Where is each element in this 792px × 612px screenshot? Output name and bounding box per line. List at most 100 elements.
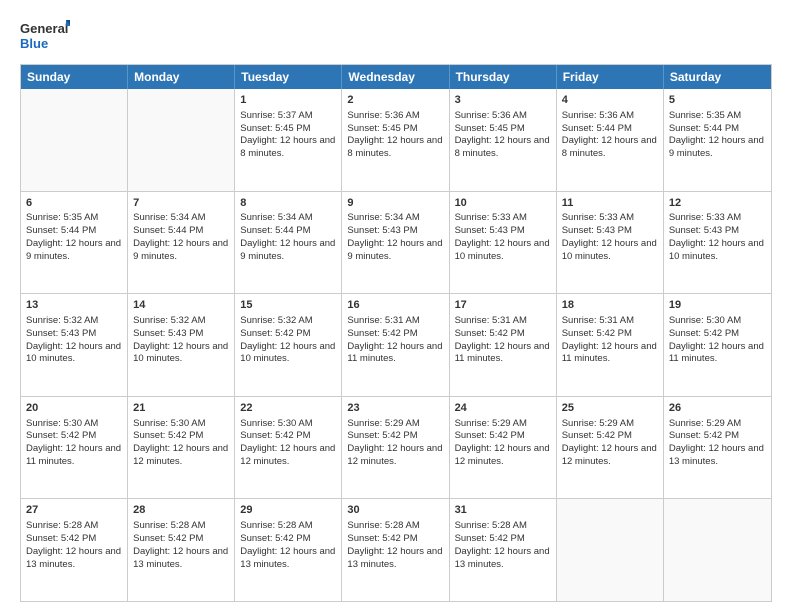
weekday-header-wednesday: Wednesday: [342, 65, 449, 89]
day-number: 27: [26, 503, 122, 518]
day-number: 15: [240, 298, 336, 313]
day-number: 28: [133, 503, 229, 518]
day-info: Sunrise: 5:32 AM Sunset: 5:43 PM Dayligh…: [133, 315, 228, 364]
calendar-day-25: 25 Sunrise: 5:29 AM Sunset: 5:42 PM Dayli…: [557, 397, 664, 499]
day-number: 20: [26, 401, 122, 416]
day-number: 23: [347, 401, 443, 416]
calendar-day-19: 19Sunrise: 5:30 AM Sunset: 5:42 PM Dayli…: [664, 294, 771, 396]
calendar-empty-cell: [557, 499, 664, 601]
header: General Blue: [20, 16, 772, 54]
day-info: Sunrise: 5:28 AM Sunset: 5:42 PM Dayligh…: [347, 520, 442, 569]
day-number: 13: [26, 298, 122, 313]
day-number: 10: [455, 196, 551, 211]
day-info: Sunrise: 5:28 AM Sunset: 5:42 PM Dayligh…: [455, 520, 550, 569]
weekday-header-thursday: Thursday: [450, 65, 557, 89]
day-info: Sunrise: 5:29 AM Sunset: 5:42 PM Dayligh…: [669, 418, 764, 467]
calendar-day-7: 7Sunrise: 5:34 AM Sunset: 5:44 PM Daylig…: [128, 192, 235, 294]
calendar-empty-cell: [664, 499, 771, 601]
day-number: 31: [455, 503, 551, 518]
day-number: 16: [347, 298, 443, 313]
weekday-header-tuesday: Tuesday: [235, 65, 342, 89]
calendar-day-17: 17 Sunrise: 5:31 AM Sunset: 5:42 PM Dayli…: [450, 294, 557, 396]
weekday-header-sunday: Sunday: [21, 65, 128, 89]
calendar-day-18: 18 Sunrise: 5:31 AM Sunset: 5:42 PM Dayli…: [557, 294, 664, 396]
day-info: Sunrise: 5:28 AM Sunset: 5:42 PM Dayligh…: [240, 520, 335, 569]
day-info: Sunrise: 5:33 AM Sunset: 5:43 PM Dayligh…: [562, 212, 657, 261]
day-info: Sunrise: 5:29 AM Sunset: 5:42 PM Dayligh…: [562, 418, 657, 467]
day-info: Sunrise: 5:34 AM Sunset: 5:44 PM Dayligh…: [133, 212, 228, 261]
day-info: Sunrise: 5:32 AM Sunset: 5:42 PM Dayligh…: [240, 315, 335, 364]
day-number: 21: [133, 401, 229, 416]
day-info: Sunrise: 5:35 AM Sunset: 5:44 PM Dayligh…: [669, 110, 764, 159]
calendar-day-31: 31 Sunrise: 5:28 AM Sunset: 5:42 PM Dayli…: [450, 499, 557, 601]
day-number: 11: [562, 196, 658, 211]
day-info: Sunrise: 5:31 AM Sunset: 5:42 PM Dayligh…: [562, 315, 657, 364]
calendar-day-9: 9Sunrise: 5:34 AM Sunset: 5:43 PM Daylig…: [342, 192, 449, 294]
day-info: Sunrise: 5:28 AM Sunset: 5:42 PM Dayligh…: [133, 520, 228, 569]
day-info: Sunrise: 5:36 AM Sunset: 5:45 PM Dayligh…: [347, 110, 442, 159]
day-number: 2: [347, 93, 443, 108]
calendar-day-30: 30 Sunrise: 5:28 AM Sunset: 5:42 PM Dayli…: [342, 499, 449, 601]
day-info: Sunrise: 5:29 AM Sunset: 5:42 PM Dayligh…: [455, 418, 550, 467]
calendar-empty-cell: [21, 89, 128, 191]
day-info: Sunrise: 5:29 AM Sunset: 5:42 PM Dayligh…: [347, 418, 442, 467]
calendar-day-4: 4 Sunrise: 5:36 AM Sunset: 5:44 PM Daylig…: [557, 89, 664, 191]
day-info: Sunrise: 5:34 AM Sunset: 5:44 PM Dayligh…: [240, 212, 335, 261]
day-number: 8: [240, 196, 336, 211]
calendar-day-5: 5 Sunrise: 5:35 AM Sunset: 5:44 PM Daylig…: [664, 89, 771, 191]
calendar-day-3: 3Sunrise: 5:36 AM Sunset: 5:45 PM Daylig…: [450, 89, 557, 191]
day-info: Sunrise: 5:32 AM Sunset: 5:43 PM Dayligh…: [26, 315, 121, 364]
weekday-header-monday: Monday: [128, 65, 235, 89]
day-number: 4: [562, 93, 658, 108]
weekday-header-friday: Friday: [557, 65, 664, 89]
logo: General Blue: [20, 16, 70, 54]
weekday-header-saturday: Saturday: [664, 65, 771, 89]
calendar-day-8: 8Sunrise: 5:34 AM Sunset: 5:44 PM Daylig…: [235, 192, 342, 294]
calendar-body: 1Sunrise: 5:37 AM Sunset: 5:45 PM Daylig…: [21, 89, 771, 601]
calendar-day-28: 28 Sunrise: 5:28 AM Sunset: 5:42 PM Dayli…: [128, 499, 235, 601]
calendar-day-24: 24 Sunrise: 5:29 AM Sunset: 5:42 PM Dayli…: [450, 397, 557, 499]
calendar-day-22: 22 Sunrise: 5:30 AM Sunset: 5:42 PM Dayli…: [235, 397, 342, 499]
svg-text:Blue: Blue: [20, 36, 48, 51]
calendar-week-3: 13 Sunrise: 5:32 AM Sunset: 5:43 PM Dayli…: [21, 293, 771, 396]
calendar-day-6: 6Sunrise: 5:35 AM Sunset: 5:44 PM Daylig…: [21, 192, 128, 294]
calendar-day-27: 27Sunrise: 5:28 AM Sunset: 5:42 PM Dayli…: [21, 499, 128, 601]
day-number: 22: [240, 401, 336, 416]
calendar-week-1: 1Sunrise: 5:37 AM Sunset: 5:45 PM Daylig…: [21, 89, 771, 191]
calendar-day-14: 14 Sunrise: 5:32 AM Sunset: 5:43 PM Dayli…: [128, 294, 235, 396]
calendar-day-13: 13 Sunrise: 5:32 AM Sunset: 5:43 PM Dayli…: [21, 294, 128, 396]
calendar-day-23: 23 Sunrise: 5:29 AM Sunset: 5:42 PM Dayli…: [342, 397, 449, 499]
day-number: 5: [669, 93, 766, 108]
day-number: 19: [669, 298, 766, 313]
calendar-week-2: 6Sunrise: 5:35 AM Sunset: 5:44 PM Daylig…: [21, 191, 771, 294]
day-info: Sunrise: 5:36 AM Sunset: 5:45 PM Dayligh…: [455, 110, 550, 159]
logo-svg: General Blue: [20, 16, 70, 54]
day-number: 30: [347, 503, 443, 518]
day-number: 29: [240, 503, 336, 518]
calendar-day-16: 16Sunrise: 5:31 AM Sunset: 5:42 PM Dayli…: [342, 294, 449, 396]
day-info: Sunrise: 5:31 AM Sunset: 5:42 PM Dayligh…: [455, 315, 550, 364]
day-info: Sunrise: 5:30 AM Sunset: 5:42 PM Dayligh…: [133, 418, 228, 467]
day-number: 14: [133, 298, 229, 313]
day-number: 7: [133, 196, 229, 211]
day-number: 25: [562, 401, 658, 416]
calendar-day-10: 10Sunrise: 5:33 AM Sunset: 5:43 PM Dayli…: [450, 192, 557, 294]
day-info: Sunrise: 5:30 AM Sunset: 5:42 PM Dayligh…: [26, 418, 121, 467]
calendar-day-15: 15 Sunrise: 5:32 AM Sunset: 5:42 PM Dayli…: [235, 294, 342, 396]
day-info: Sunrise: 5:36 AM Sunset: 5:44 PM Dayligh…: [562, 110, 657, 159]
day-info: Sunrise: 5:33 AM Sunset: 5:43 PM Dayligh…: [669, 212, 764, 261]
day-number: 24: [455, 401, 551, 416]
day-number: 26: [669, 401, 766, 416]
calendar-day-11: 11Sunrise: 5:33 AM Sunset: 5:43 PM Dayli…: [557, 192, 664, 294]
day-info: Sunrise: 5:35 AM Sunset: 5:44 PM Dayligh…: [26, 212, 121, 261]
day-info: Sunrise: 5:37 AM Sunset: 5:45 PM Dayligh…: [240, 110, 335, 159]
calendar: SundayMondayTuesdayWednesdayThursdayFrid…: [20, 64, 772, 602]
calendar-week-5: 27 Sunrise: 5:28 AM Sunset: 5:42 PM Dayli…: [21, 498, 771, 601]
calendar-day-26: 26 Sunrise: 5:29 AM Sunset: 5:42 PM Dayli…: [664, 397, 771, 499]
calendar-week-4: 20 Sunrise: 5:30 AM Sunset: 5:42 PM Dayli…: [21, 396, 771, 499]
calendar-day-1: 1Sunrise: 5:37 AM Sunset: 5:45 PM Daylig…: [235, 89, 342, 191]
day-number: 17: [455, 298, 551, 313]
day-number: 18: [562, 298, 658, 313]
calendar-day-2: 2 Sunrise: 5:36 AM Sunset: 5:45 PM Daylig…: [342, 89, 449, 191]
day-info: Sunrise: 5:30 AM Sunset: 5:42 PM Dayligh…: [240, 418, 335, 467]
